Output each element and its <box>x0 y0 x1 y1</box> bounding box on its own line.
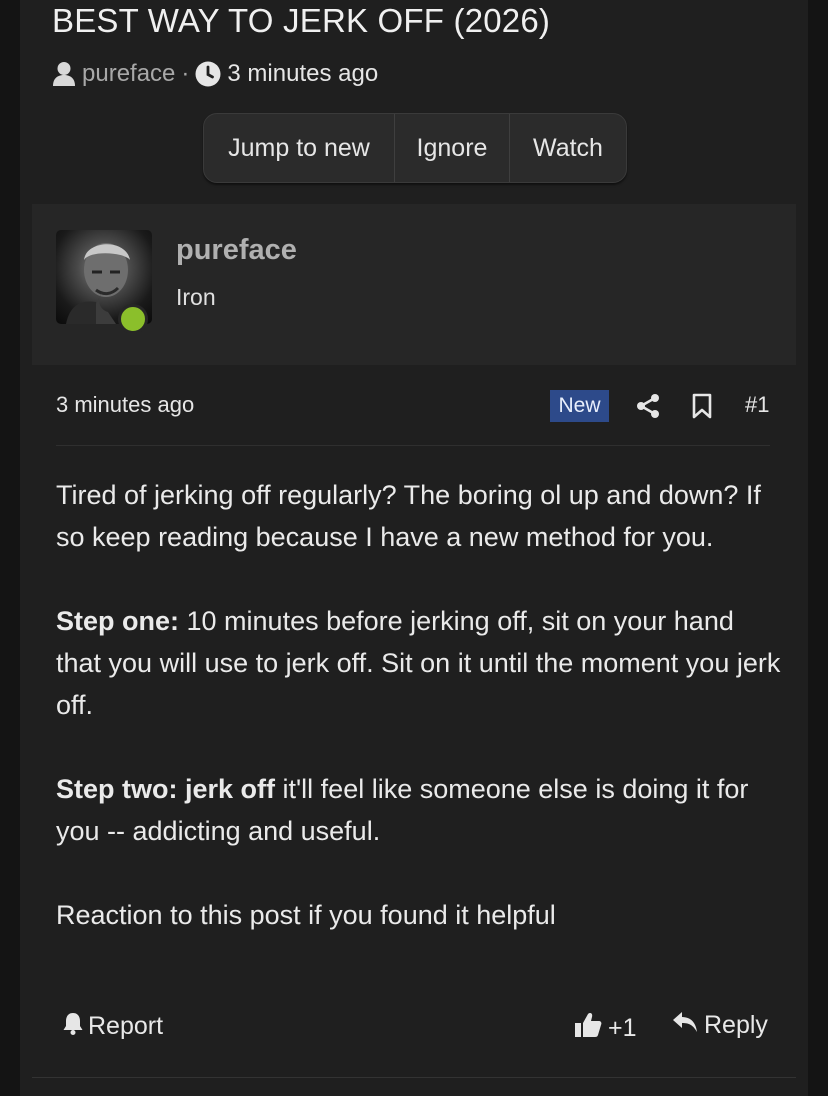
step-one-label: Step one: <box>56 606 180 636</box>
thread-meta: pureface · 3 minutes ago <box>52 58 378 90</box>
post-username[interactable]: pureface <box>176 234 297 267</box>
post-actions: Report +1 Reply <box>56 1008 770 1048</box>
reply-button[interactable]: Reply <box>672 1011 768 1040</box>
thread-page: BEST WAY TO JERK OFF (2026) pureface · 3… <box>20 0 808 1096</box>
post-header-divider <box>56 445 770 446</box>
jump-to-new-button[interactable]: Jump to new <box>204 114 395 182</box>
meta-separator: · <box>181 60 190 87</box>
post-number-link[interactable]: #1 <box>745 392 769 418</box>
clock-icon <box>195 61 221 87</box>
bookmark-icon[interactable] <box>692 393 712 424</box>
post-body: Tired of jerking off regularly? The bori… <box>56 474 786 936</box>
post-step-one: Step one: 10 minutes before jerking off,… <box>56 600 786 726</box>
online-status-indicator <box>118 304 148 334</box>
post-header: 3 minutes ago New #1 <box>56 388 770 424</box>
thread-action-buttons: Jump to new Ignore Watch <box>203 113 627 183</box>
watch-button[interactable]: Watch <box>510 114 626 182</box>
post-user-block: pureface Iron <box>32 204 796 365</box>
new-badge: New <box>550 390 609 422</box>
reply-label: Reply <box>704 1011 768 1039</box>
post-bottom-divider <box>32 1077 796 1078</box>
like-button[interactable]: +1 <box>574 1011 637 1046</box>
post-step-two: Step two: jerk off it'll feel like someo… <box>56 768 786 852</box>
share-icon[interactable] <box>636 393 660 424</box>
post-paragraph: Tired of jerking off regularly? The bori… <box>56 480 761 552</box>
post-time[interactable]: 3 minutes ago <box>56 392 194 418</box>
bell-icon <box>62 1011 84 1042</box>
thread-author-link[interactable]: pureface <box>82 60 175 88</box>
report-button[interactable]: Report <box>62 1011 163 1042</box>
thread-time[interactable]: 3 minutes ago <box>227 60 378 88</box>
user-block-arrow <box>80 347 124 365</box>
like-count: +1 <box>608 1014 637 1042</box>
ignore-button[interactable]: Ignore <box>395 114 510 182</box>
user-icon <box>52 61 76 87</box>
user-title: Iron <box>176 284 216 310</box>
report-label: Report <box>88 1012 164 1040</box>
thumbs-up-icon <box>574 1011 602 1046</box>
thread-title: BEST WAY TO JERK OFF (2026) <box>52 2 551 39</box>
step-two-label: Step two: jerk off <box>56 774 276 804</box>
reply-arrow-icon <box>672 1011 698 1040</box>
post-paragraph-closing: Reaction to this post if you found it he… <box>56 900 556 930</box>
